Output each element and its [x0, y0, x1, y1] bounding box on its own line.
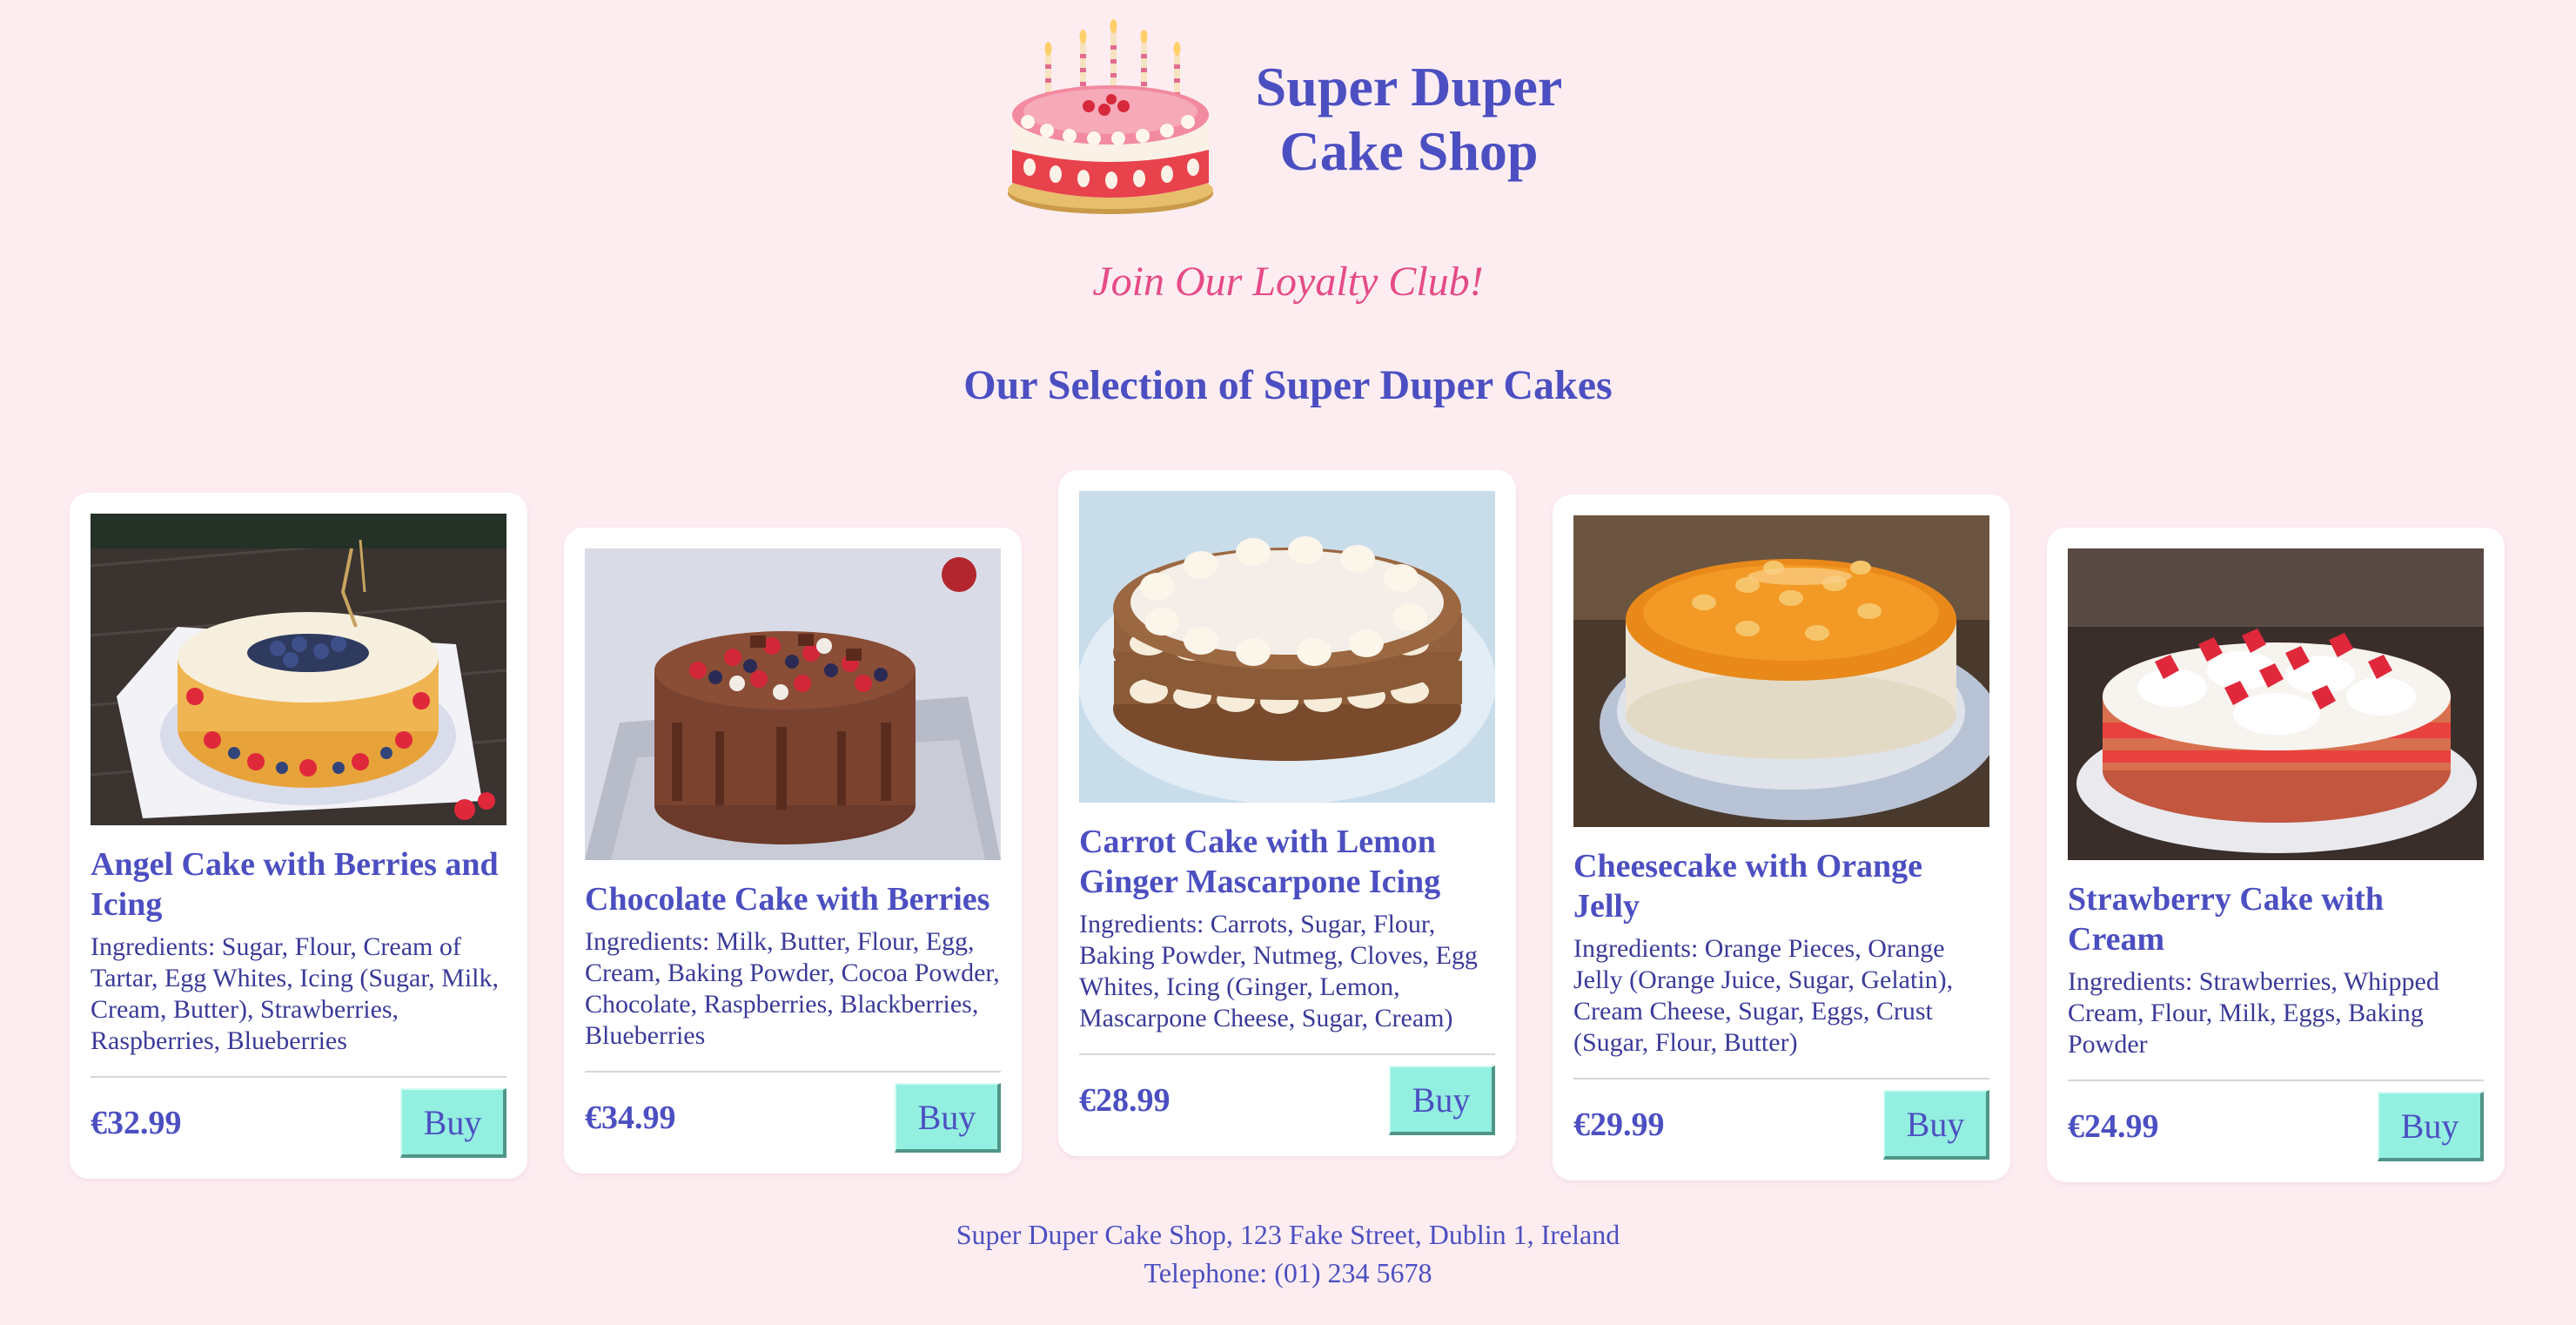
buy-button-angel-cake[interactable]: Buy [400, 1088, 506, 1158]
product-name: Angel Cake with Berries and Icing [91, 846, 499, 923]
card-divider [1079, 1053, 1495, 1055]
product-name: Cheesecake with Orange Jelly [1573, 848, 1923, 925]
shop-title-line-1: Super Duper [1255, 56, 1563, 118]
product-card-strawberry-cake: Strawberry Cake with Cream Ingredients: … [2047, 528, 2505, 1182]
card-divider [91, 1076, 506, 1078]
card-divider [1573, 1078, 1989, 1080]
strawberry-cake-image [2068, 548, 2484, 860]
chocolate-cake-image [585, 548, 1001, 860]
buy-button-strawberry-cake[interactable]: Buy [2378, 1092, 2484, 1161]
footer-telephone: Telephone: (01) 234 5678 [1144, 1257, 1432, 1288]
product-name: Chocolate Cake with Berries [585, 881, 990, 918]
product-ingredients: Ingredients: Carrots, Sugar, Flour, Baki… [1079, 910, 1478, 1032]
product-card-angel-cake: Angel Cake with Berries and Icing Ingred… [70, 493, 527, 1179]
card-divider [585, 1071, 1001, 1073]
product-price: €32.99 [91, 1105, 182, 1141]
loyalty-club-link[interactable]: Join Our Loyalty Club! [0, 258, 2576, 306]
shop-title: Super Duper Cake Shop [1244, 55, 1574, 184]
product-card-chocolate-cake: Chocolate Cake with Berries Ingredients:… [564, 528, 1022, 1174]
buy-button-cheesecake[interactable]: Buy [1883, 1090, 1989, 1160]
site-footer: Super Duper Cake Shop, 123 Fake Street, … [0, 1215, 2576, 1292]
product-card-carrot-cake: Carrot Cake with Lemon Ginger Mascarpone… [1058, 470, 1516, 1156]
product-card-cheesecake: Cheesecake with Orange Jelly Ingredients… [1553, 494, 2010, 1180]
card-divider [2068, 1080, 2484, 1081]
product-ingredients: Ingredients: Sugar, Flour, Cream of Tart… [91, 932, 499, 1055]
price-row: €32.99 Buy [91, 1088, 506, 1158]
price-row: €29.99 Buy [1573, 1090, 1989, 1160]
product-price: €24.99 [2068, 1108, 2159, 1145]
buy-button-carrot-cake[interactable]: Buy [1389, 1066, 1495, 1135]
buy-button-chocolate-cake[interactable]: Buy [895, 1083, 1001, 1153]
carrot-cake-image [1079, 491, 1495, 803]
birthday-cake-icon [1008, 19, 1213, 214]
product-price: €28.99 [1079, 1082, 1171, 1119]
product-ingredients: Ingredients: Orange Pieces, Orange Jelly… [1573, 934, 1954, 1057]
price-row: €28.99 Buy [1079, 1066, 1495, 1135]
cheesecake-image [1573, 515, 1989, 827]
price-row: €24.99 Buy [2068, 1092, 2484, 1161]
product-ingredients: Ingredients: Milk, Butter, Flour, Egg, C… [585, 927, 1000, 1050]
site-header: Super Duper Cake Shop [0, 19, 2576, 219]
shop-title-line-2: Cake Shop [1279, 120, 1539, 182]
product-ingredients: Ingredients: Strawberries, Whipped Cream… [2068, 967, 2439, 1059]
product-price: €29.99 [1573, 1106, 1665, 1143]
product-price: €34.99 [585, 1100, 676, 1136]
page: Super Duper Cake Shop Join Our Loyalty C… [0, 0, 2576, 1325]
angel-cake-image [91, 514, 506, 825]
section-title: Our Selection of Super Duper Cakes [963, 362, 1613, 408]
product-name: Strawberry Cake with Cream [2068, 881, 2385, 958]
footer-address: Super Duper Cake Shop, 123 Fake Street, … [956, 1219, 1620, 1250]
price-row: €34.99 Buy [585, 1083, 1001, 1153]
product-name: Carrot Cake with Lemon Ginger Mascarpone… [1079, 824, 1441, 900]
